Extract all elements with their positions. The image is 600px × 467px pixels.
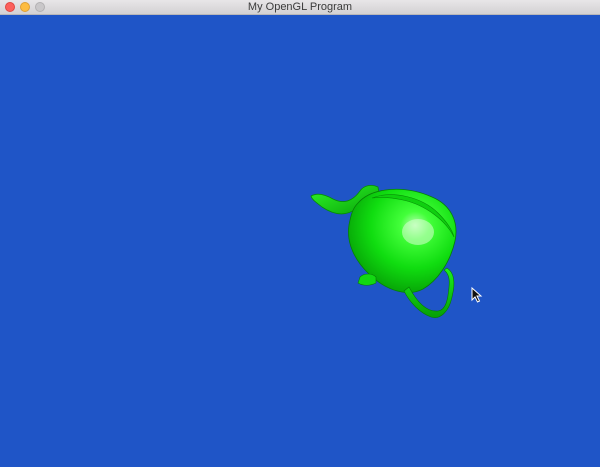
window-title: My OpenGL Program xyxy=(247,1,353,13)
teapot xyxy=(310,184,457,318)
opengl-viewport[interactable] xyxy=(0,15,600,467)
render-canvas[interactable] xyxy=(0,15,600,467)
title-bar[interactable]: My OpenGL Program xyxy=(0,0,600,15)
arrow-cursor-icon xyxy=(471,286,483,303)
opengl-window: My OpenGL Program xyxy=(0,0,600,467)
teapot-specular-highlight xyxy=(402,219,434,245)
teapot-lid-knob xyxy=(357,273,377,286)
